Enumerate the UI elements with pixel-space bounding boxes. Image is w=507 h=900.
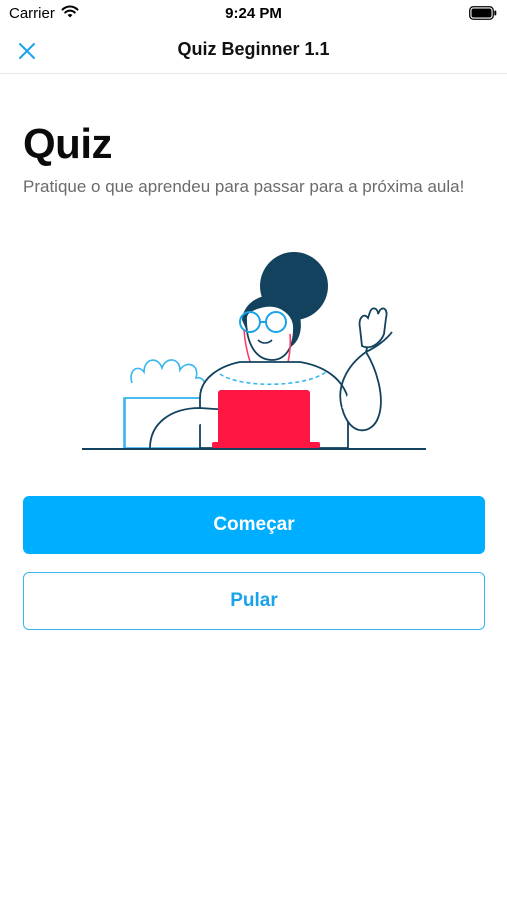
start-button[interactable]: Começar xyxy=(23,496,485,554)
status-bar: Carrier 9:24 PM xyxy=(0,0,507,28)
battery-icon xyxy=(469,6,497,24)
page-title: Quiz xyxy=(23,120,113,167)
status-time: 9:24 PM xyxy=(225,5,282,22)
woman-laptop-illustration xyxy=(80,248,430,458)
navigation-bar: Quiz Beginner 1.1 xyxy=(0,28,507,74)
skip-button[interactable]: Pular xyxy=(23,572,485,630)
nav-title: Quiz Beginner 1.1 xyxy=(177,39,330,59)
quiz-intro-screen: Carrier 9:24 PM Quiz Beginner 1.1 Quiz P… xyxy=(0,0,507,900)
page-subtitle: Pratique o que aprendeu para passar para… xyxy=(23,177,465,196)
